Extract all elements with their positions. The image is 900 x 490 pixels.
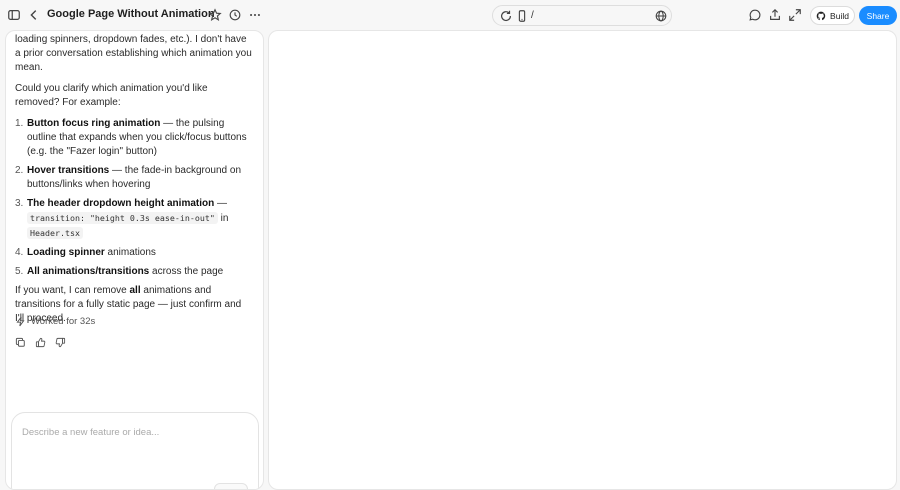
upload-icon[interactable] [765,5,785,25]
url-bar[interactable]: / [492,5,672,26]
message-composer [11,412,259,489]
intro-text: animations (button focus rings, hover tr… [15,34,252,73]
option-text: animations [104,247,156,258]
list-number: 4. [15,247,24,258]
option-title: All animations/transitions [27,266,150,277]
list-number: 2. [15,165,24,176]
chat-icon[interactable] [745,5,765,25]
send-button[interactable] [214,483,248,489]
option-text: in [217,213,229,224]
option-title: Loading spinner [27,247,105,258]
mobile-icon[interactable] [512,6,532,26]
thumbs-down-icon[interactable] [54,336,66,348]
star-icon[interactable] [205,5,225,25]
bolt-icon [15,316,26,327]
history-icon[interactable] [225,5,245,25]
list-number: 3. [15,198,24,209]
inline-code: transition: "height 0.3s ease-in-out" [27,212,218,224]
preview-panel[interactable] [268,30,897,490]
top-bar: Google Page Without Animation / Build Sh… [0,0,900,30]
url-path[interactable]: / [531,10,534,21]
expand-icon[interactable] [785,5,805,25]
build-label: Build [830,10,849,21]
list-number: 1. [15,118,24,129]
list-item: 5. All animations/transitions across the… [15,265,253,279]
more-icon[interactable] [245,5,265,25]
list-number: 5. [15,266,24,277]
options-list: 1. Button focus ring animation — the pul… [15,117,253,279]
share-button[interactable]: Share [859,6,897,25]
globe-icon[interactable] [651,6,671,26]
option-title: The header dropdown height animation [27,198,215,209]
project-title: Google Page Without Animation [47,8,215,20]
option-text: across the page [149,266,224,277]
list-item: 2. Hover transitions — the fade-in backg… [15,164,253,192]
option-title: Hover transitions [27,165,110,176]
thumbs-up-icon[interactable] [34,336,46,348]
feature-input[interactable] [22,425,247,439]
github-icon [816,11,826,21]
closing-bold: all [129,285,141,296]
chevron-left-icon[interactable] [24,5,44,25]
option-title: Button focus ring animation [27,118,161,129]
option-text: — [214,198,228,209]
closing-pre: If you want, I can remove [15,285,130,296]
worked-status: Worked for 32s [15,316,95,327]
build-button[interactable]: Build [810,6,855,25]
assistant-message: animations (button focus rings, hover tr… [15,31,253,333]
question-text: Could you clarify which animation you'd … [15,83,208,108]
list-item: 1. Button focus ring animation — the pul… [15,117,253,159]
copy-icon[interactable] [14,336,26,348]
sidebar-icon[interactable] [4,5,24,25]
worked-label: Worked for 32s [31,316,96,327]
message-actions [14,336,66,348]
inline-code: Header.tsx [27,227,83,239]
list-item: 4. Loading spinner animations [15,246,253,260]
list-item: 3. The header dropdown height animation … [15,197,253,241]
chat-panel: animations (button focus rings, hover tr… [5,30,264,490]
